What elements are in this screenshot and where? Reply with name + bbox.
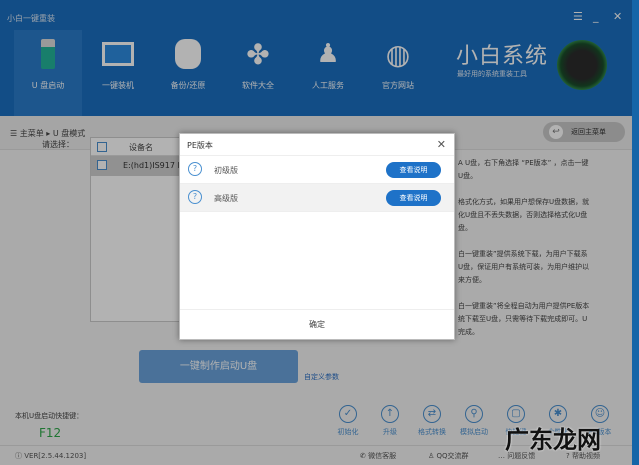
question-icon: ? (188, 190, 202, 204)
question-icon: ? (188, 162, 202, 176)
option-advanced[interactable]: ? 高级版 查看说明 (180, 184, 454, 212)
confirm-button[interactable]: 确定 (180, 309, 454, 339)
option-basic[interactable]: ? 初级版 查看说明 (180, 156, 454, 184)
dialog-header: PE版本 ✕ (180, 134, 454, 156)
view-description-button[interactable]: 查看说明 (386, 162, 441, 178)
view-description-button[interactable]: 查看说明 (386, 190, 441, 206)
pe-version-dialog: PE版本 ✕ ? 初级版 查看说明 ? 高级版 查看说明 确定 (179, 133, 455, 340)
watermark: 广东龙网 (505, 426, 601, 454)
dialog-close-button[interactable]: ✕ (437, 138, 446, 151)
